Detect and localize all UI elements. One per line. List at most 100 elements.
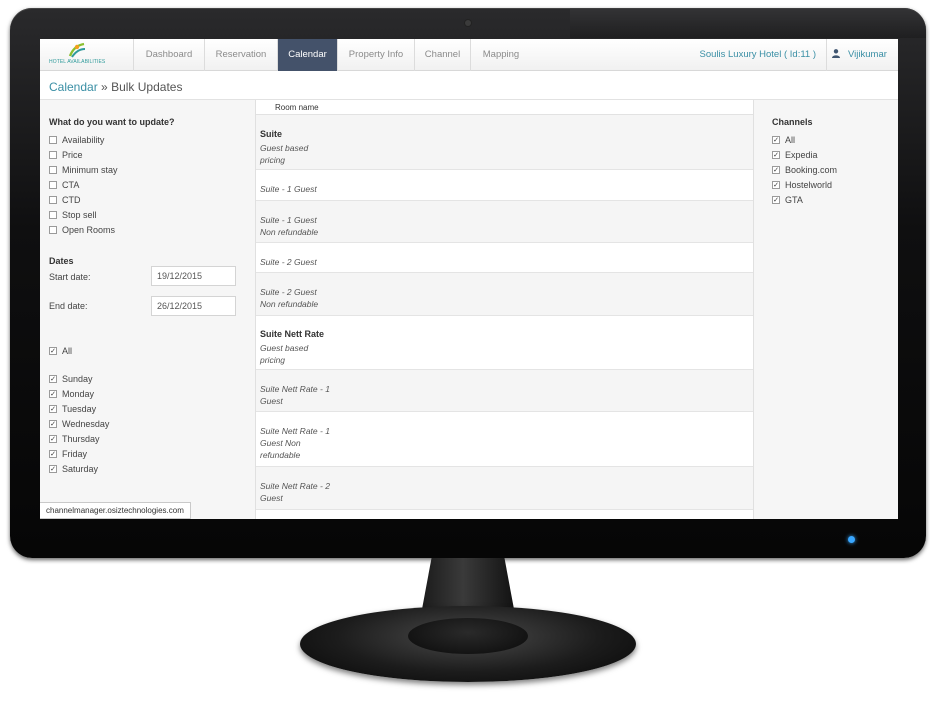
checkbox-checked[interactable]: ✓ bbox=[49, 450, 57, 458]
option-open-rooms[interactable]: Open Rooms bbox=[49, 223, 115, 237]
checkbox-checked[interactable]: ✓ bbox=[49, 465, 57, 473]
start-date-input[interactable]: 19/12/2015 bbox=[151, 266, 236, 286]
nav-channel[interactable]: Channel bbox=[415, 39, 471, 71]
checkbox-checked[interactable]: ✓ bbox=[49, 405, 57, 413]
room-title: Suite Nett Rate bbox=[260, 329, 325, 339]
channel-all[interactable]: ✓ All bbox=[772, 133, 795, 147]
breadcrumb-calendar-link[interactable]: Calendar bbox=[49, 80, 98, 94]
nav-property-info[interactable]: Property Info bbox=[338, 39, 415, 71]
checkbox-checked[interactable]: ✓ bbox=[772, 136, 780, 144]
day-wednesday[interactable]: ✓ Wednesday bbox=[49, 417, 109, 431]
screen: HOTEL AVAILABILITIES Dashboard Reservati… bbox=[40, 39, 898, 519]
room-row[interactable]: Suite Guest based pricing bbox=[256, 115, 753, 170]
checkbox-checked[interactable]: ✓ bbox=[772, 151, 780, 159]
room-row[interactable]: Suite - 2 Guest bbox=[256, 243, 753, 273]
checkbox[interactable] bbox=[49, 181, 57, 189]
option-minimum-stay[interactable]: Minimum stay bbox=[49, 163, 118, 177]
option-price[interactable]: Price bbox=[49, 148, 83, 162]
room-name-column-header: Room name bbox=[256, 100, 753, 115]
room-row[interactable]: Suite Nett Rate - 1 Guest Non refundable bbox=[256, 412, 753, 467]
channel-label: GTA bbox=[785, 195, 803, 205]
user-icon bbox=[832, 49, 840, 58]
day-label: Tuesday bbox=[62, 404, 97, 414]
checkbox-checked[interactable]: ✓ bbox=[49, 390, 57, 398]
channel-expedia[interactable]: ✓ Expedia bbox=[772, 148, 818, 162]
option-label: CTA bbox=[62, 180, 80, 190]
checkbox-checked[interactable]: ✓ bbox=[49, 347, 57, 355]
day-tuesday[interactable]: ✓ Tuesday bbox=[49, 402, 96, 416]
checkbox-checked[interactable]: ✓ bbox=[49, 420, 57, 428]
channel-label: Expedia bbox=[785, 150, 818, 160]
checkbox[interactable] bbox=[49, 166, 57, 174]
status-bar-url: channelmanager.osiztechnologies.com bbox=[40, 502, 191, 519]
day-label: Friday bbox=[62, 449, 88, 459]
user-name: Vijikumar bbox=[848, 49, 887, 60]
option-ctd[interactable]: CTD bbox=[49, 193, 81, 207]
day-saturday[interactable]: ✓ Saturday bbox=[49, 462, 98, 476]
room-row[interactable]: Suite Nett Rate - 1 Guest bbox=[256, 370, 753, 412]
room-row[interactable] bbox=[256, 510, 753, 519]
dates-section-title: Dates bbox=[49, 256, 74, 266]
checkbox-checked[interactable]: ✓ bbox=[772, 181, 780, 189]
checkbox-checked[interactable]: ✓ bbox=[49, 435, 57, 443]
checkbox-checked[interactable]: ✓ bbox=[772, 196, 780, 204]
day-sunday[interactable]: ✓ Sunday bbox=[49, 372, 93, 386]
room-row[interactable]: Suite Nett Rate - 2 Guest bbox=[256, 467, 753, 510]
channels-panel: Channels ✓ All ✓ Expedia ✓ Booking.com ✓ Hos… bbox=[754, 100, 898, 519]
checkbox[interactable] bbox=[49, 211, 57, 219]
days-all[interactable]: ✓ All bbox=[49, 344, 72, 358]
channel-gta[interactable]: ✓ GTA bbox=[772, 193, 803, 207]
room-row[interactable]: Suite Nett Rate Guest based pricing bbox=[256, 316, 753, 370]
room-row[interactable]: Suite - 1 Guest bbox=[256, 170, 753, 201]
nav-reservation[interactable]: Reservation bbox=[205, 39, 278, 71]
room-row[interactable]: Suite - 1 Guest Non refundable bbox=[256, 201, 753, 243]
logo[interactable]: HOTEL AVAILABILITIES bbox=[40, 39, 134, 71]
logo-icon bbox=[68, 42, 86, 58]
day-label: Thursday bbox=[62, 434, 100, 444]
hotel-selector[interactable]: Soulis Luxury Hotel ( Id:11 ) bbox=[690, 39, 827, 71]
option-label: Stop sell bbox=[62, 210, 97, 220]
option-cta[interactable]: CTA bbox=[49, 178, 79, 192]
option-label: CTD bbox=[62, 195, 81, 205]
checkbox[interactable] bbox=[49, 226, 57, 234]
end-date-input[interactable]: 26/12/2015 bbox=[151, 296, 236, 316]
option-availability[interactable]: Availability bbox=[49, 133, 104, 147]
channel-label: Hostelworld bbox=[785, 180, 833, 190]
nav-dashboard[interactable]: Dashboard bbox=[134, 39, 205, 71]
checkbox[interactable] bbox=[49, 151, 57, 159]
day-label: Monday bbox=[62, 389, 95, 399]
nav-calendar[interactable]: Calendar bbox=[278, 39, 338, 71]
room-row[interactable]: Suite - 2 Guest Non refundable bbox=[256, 273, 753, 316]
checkbox[interactable] bbox=[49, 196, 57, 204]
option-label: Availability bbox=[62, 135, 105, 145]
checkbox-checked[interactable]: ✓ bbox=[49, 375, 57, 383]
day-label: Wednesday bbox=[62, 419, 110, 429]
breadcrumb: Calendar » Bulk Updates bbox=[49, 80, 182, 94]
room-title: Suite bbox=[260, 129, 283, 139]
day-thursday[interactable]: ✓ Thursday bbox=[49, 432, 100, 446]
user-menu[interactable]: Vijikumar bbox=[832, 39, 887, 71]
room-subtitle: Suite - 2 Guest Non refundable bbox=[260, 287, 319, 309]
breadcrumb-separator: » bbox=[101, 80, 108, 94]
option-stop-sell[interactable]: Stop sell bbox=[49, 208, 97, 222]
power-led bbox=[848, 536, 855, 543]
channel-label: Booking.com bbox=[785, 165, 838, 175]
webcam bbox=[465, 20, 471, 26]
day-label: Saturday bbox=[62, 464, 99, 474]
channel-label: All bbox=[785, 135, 796, 145]
option-label: Open Rooms bbox=[62, 225, 116, 235]
room-subtitle: Suite Nett Rate - 1 Guest Non refundable bbox=[260, 426, 330, 460]
checkbox-checked[interactable]: ✓ bbox=[772, 166, 780, 174]
update-options-panel: What do you want to update? Availability… bbox=[40, 100, 255, 519]
monitor-base-hub bbox=[408, 618, 528, 654]
day-monday[interactable]: ✓ Monday bbox=[49, 387, 94, 401]
checkbox[interactable] bbox=[49, 136, 57, 144]
room-subtitle: Guest based pricing bbox=[260, 143, 309, 165]
room-subtitle: Suite - 2 Guest bbox=[260, 257, 317, 267]
update-section-title: What do you want to update? bbox=[49, 117, 175, 127]
day-friday[interactable]: ✓ Friday bbox=[49, 447, 87, 461]
nav-mapping[interactable]: Mapping bbox=[471, 39, 531, 71]
page-title: Bulk Updates bbox=[111, 80, 183, 94]
channel-hostelworld[interactable]: ✓ Hostelworld bbox=[772, 178, 832, 192]
channel-booking[interactable]: ✓ Booking.com bbox=[772, 163, 837, 177]
